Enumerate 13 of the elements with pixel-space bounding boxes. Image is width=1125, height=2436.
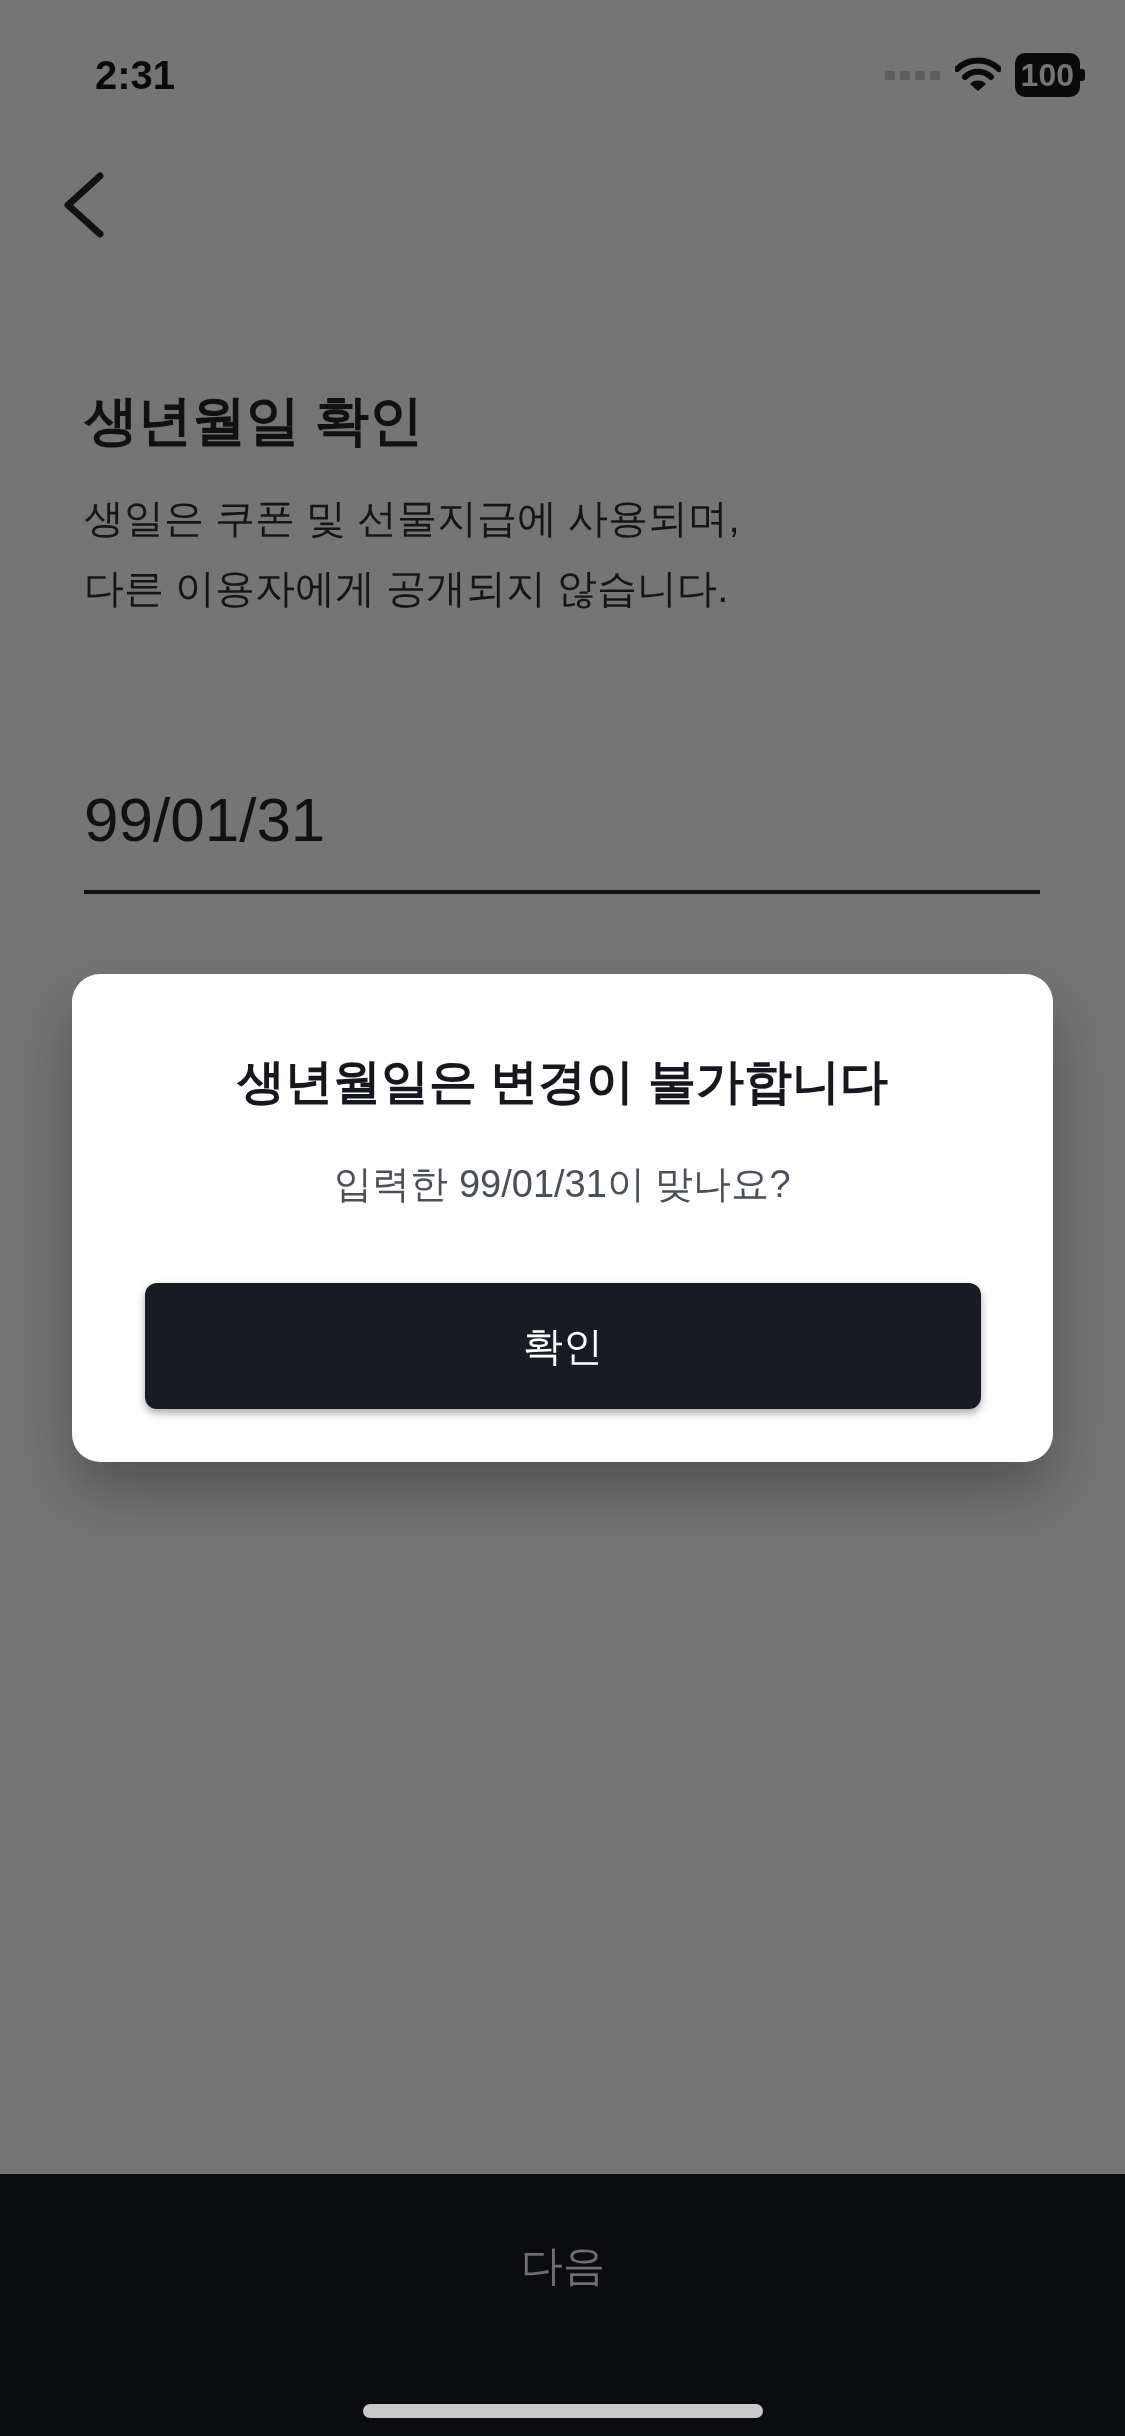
dialog-message: 입력한 99/01/31이 맞나요? xyxy=(334,1162,791,1207)
next-button[interactable]: 다음 xyxy=(480,2224,645,2307)
back-icon[interactable] xyxy=(62,172,106,238)
battery-tip-icon xyxy=(1080,69,1085,81)
birthdate-field[interactable]: 99/01/31 xyxy=(84,773,1040,894)
page-title: 생년월일 확인 xyxy=(84,389,424,452)
battery-level: 100 xyxy=(1014,53,1080,97)
confirm-button[interactable]: 확인 xyxy=(144,1283,981,1409)
wifi-icon xyxy=(954,57,1001,93)
status-time: 2:31 xyxy=(95,52,176,99)
description-text: 다른 이용자에게 공개되지 않습니다. xyxy=(84,565,730,612)
description-text: 생일은 쿠폰 및 선물지급에 사용되며, xyxy=(84,495,741,542)
dialog-title: 생년월일은 변경이 불가합니다 xyxy=(237,1054,888,1110)
